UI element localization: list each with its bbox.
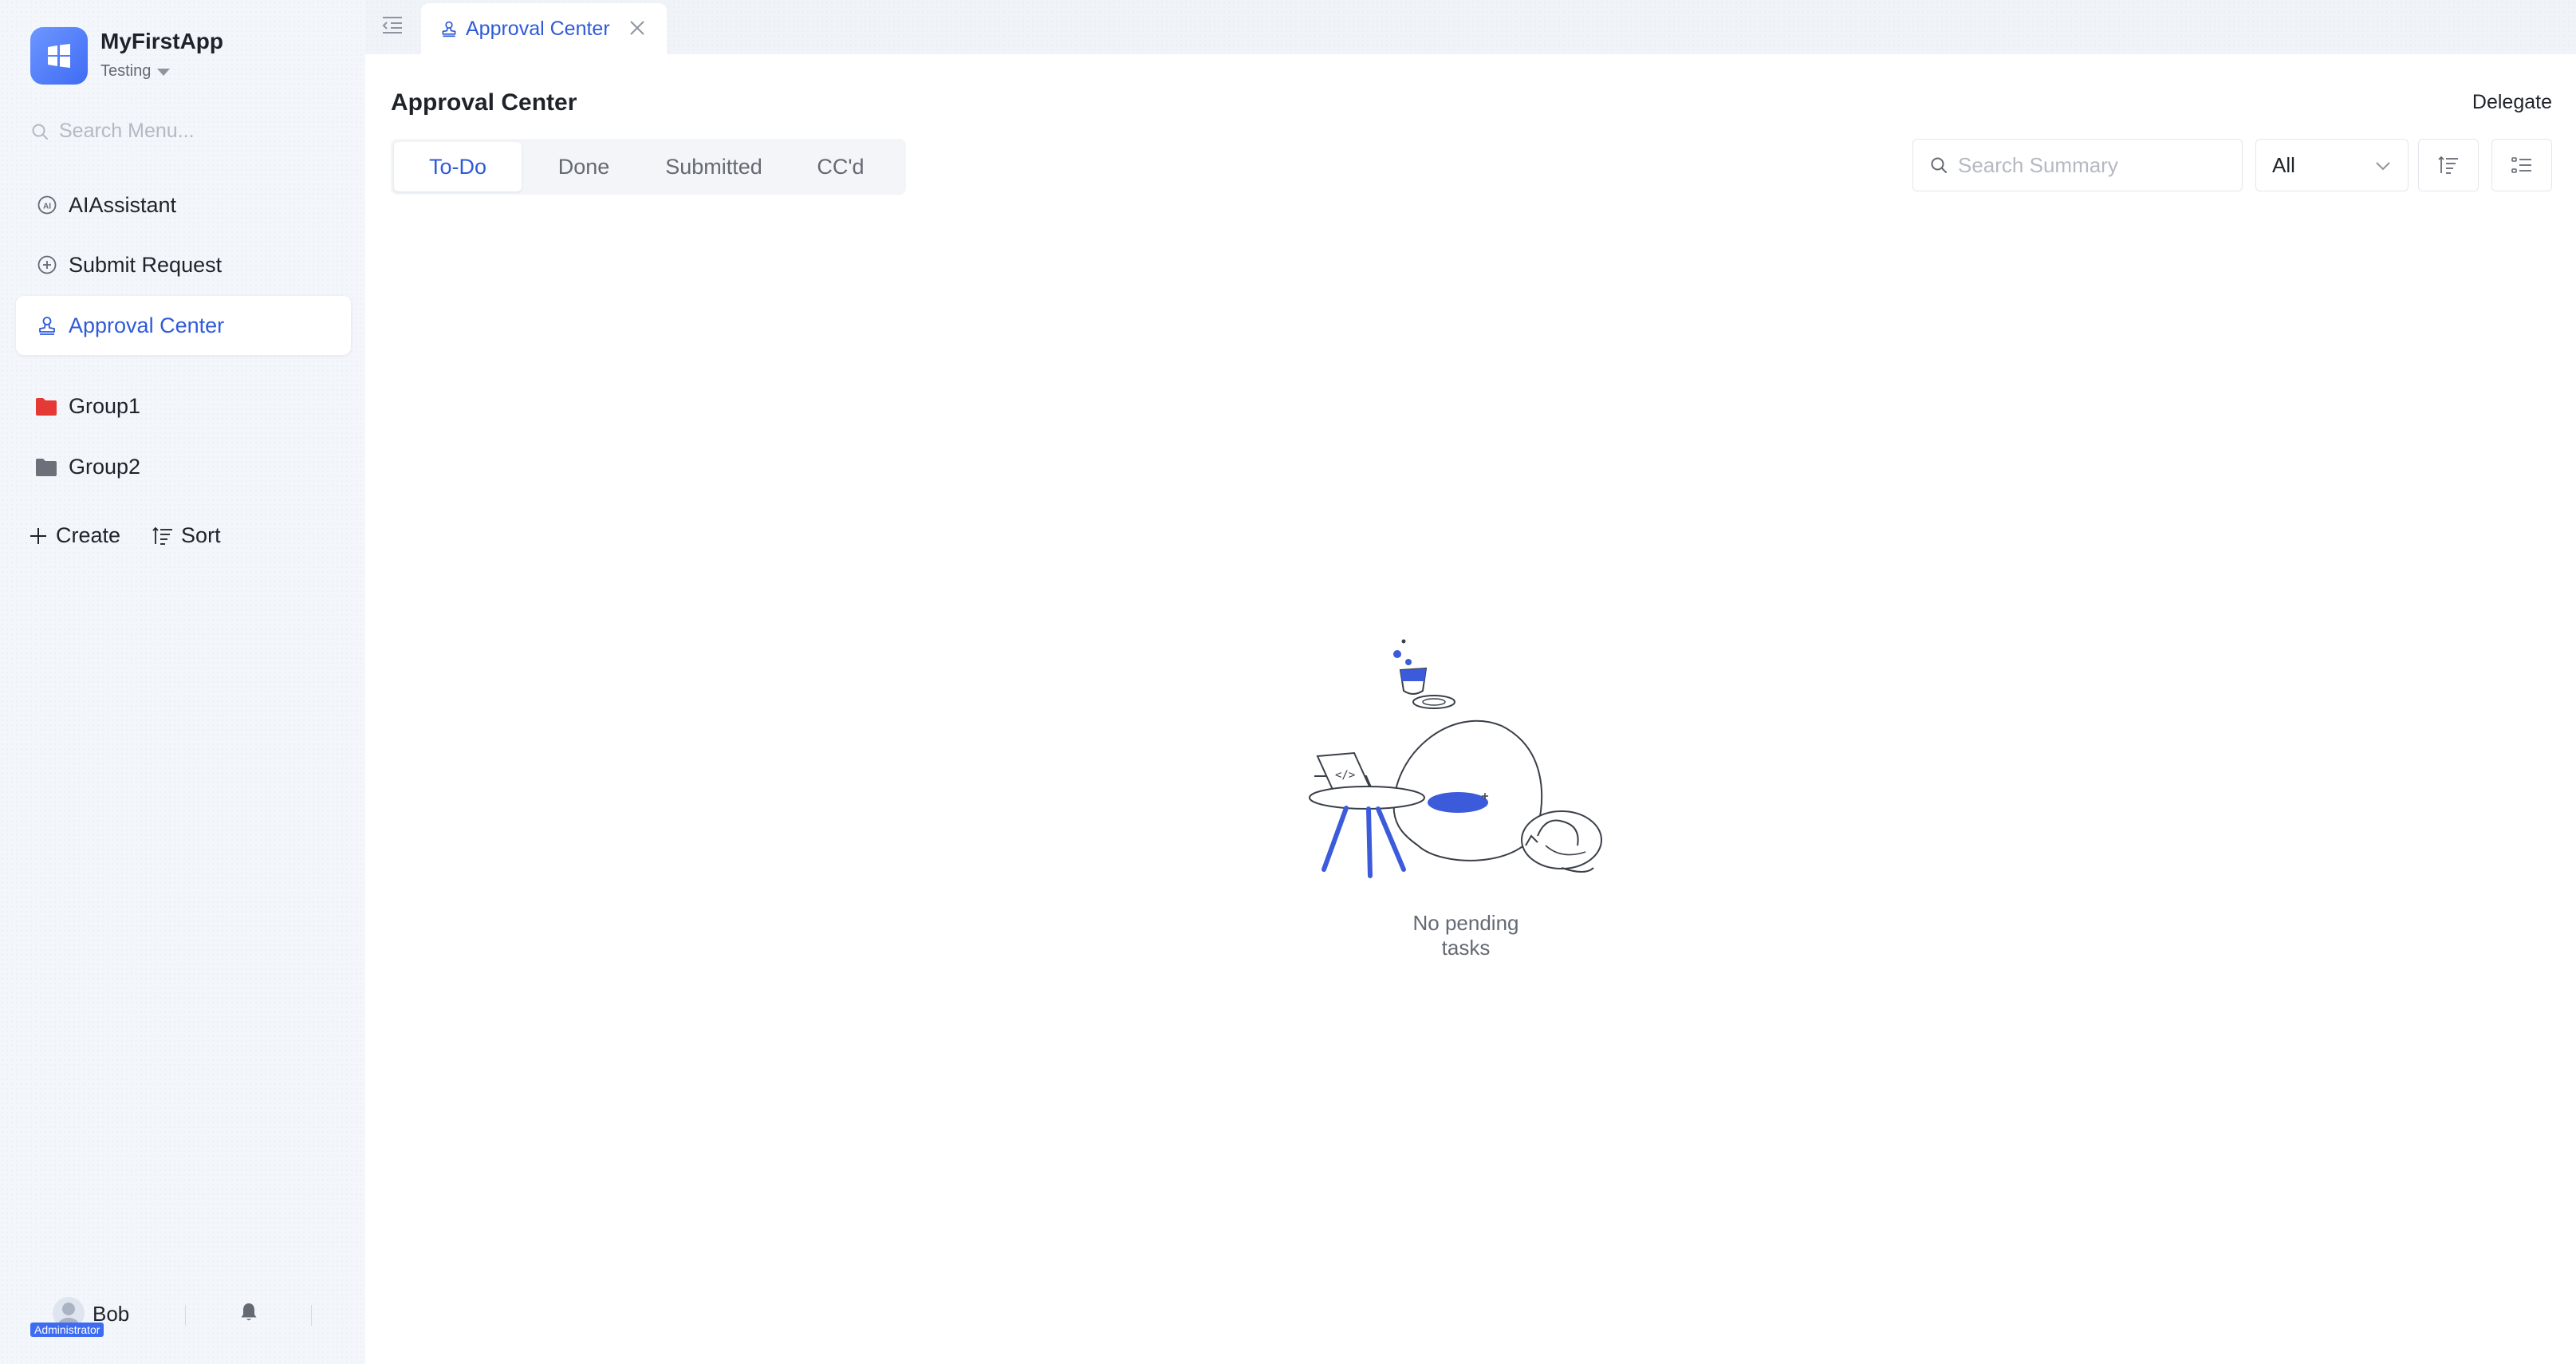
environment-label: Testing xyxy=(100,62,152,80)
sidebar-group-label: Group2 xyxy=(69,455,141,479)
sidebar-item-submit-request[interactable]: Submit Request xyxy=(16,235,351,294)
stamp-icon xyxy=(442,21,456,37)
page-title: Approval Center xyxy=(391,89,577,116)
sort-icon xyxy=(152,526,173,545)
stamp-icon xyxy=(39,317,55,335)
windows-grid-icon xyxy=(48,44,70,68)
folder-icon xyxy=(36,397,57,416)
sidebar-actions: Create Sort xyxy=(29,523,221,548)
filter-select-value: All xyxy=(2272,152,2295,177)
environment-switcher[interactable]: Testing xyxy=(100,62,171,81)
caret-down-icon xyxy=(157,69,171,76)
sidebar: MyFirstApp Testing AI AIAssistant Submit… xyxy=(0,0,365,1364)
sort-button[interactable] xyxy=(2418,139,2479,191)
search-icon xyxy=(32,124,48,140)
sidebar-item-label: Approval Center xyxy=(69,313,225,337)
svg-text:</>: </> xyxy=(1335,769,1355,782)
menu-search[interactable] xyxy=(30,120,298,143)
filter-select[interactable]: All xyxy=(2255,139,2409,191)
sidebar-group-group1[interactable]: Group1 xyxy=(35,394,140,419)
create-button[interactable]: Create xyxy=(29,523,120,548)
sort-icon xyxy=(2438,156,2458,174)
app-logo[interactable] xyxy=(30,27,88,85)
chevron-down-icon xyxy=(2376,162,2390,171)
sidebar-group-label: Group1 xyxy=(69,394,141,418)
sidebar-group-group2[interactable]: Group2 xyxy=(35,455,140,479)
divider xyxy=(185,1305,186,1326)
plus-circle-icon xyxy=(37,255,57,274)
folder-icon xyxy=(36,458,57,476)
sidebar-item-label: AIAssistant xyxy=(69,192,177,217)
user-role-badge: Administrator xyxy=(30,1323,104,1337)
ai-icon: AI xyxy=(37,195,57,215)
bell-icon[interactable] xyxy=(239,1302,258,1323)
sidebar-item-label: Submit Request xyxy=(69,252,223,277)
empty-state-text: No pending tasks xyxy=(1412,911,1519,960)
summary-search-input[interactable] xyxy=(1958,152,2229,178)
main-content: Approval Center Delegate To-Do Done Subm… xyxy=(365,54,2576,1364)
sidebar-item-approval-center[interactable]: Approval Center xyxy=(16,296,351,355)
close-icon[interactable] xyxy=(628,19,646,37)
divider xyxy=(311,1305,312,1326)
user-bar: Bob Administrator xyxy=(29,1295,340,1343)
collapse-sidebar-icon[interactable] xyxy=(381,14,404,35)
tab-ccd[interactable]: CC'd xyxy=(782,142,900,191)
create-label: Create xyxy=(56,523,121,547)
sort-label: Sort xyxy=(181,523,221,547)
delegate-button[interactable]: Delegate xyxy=(2472,91,2552,114)
menu-search-input[interactable] xyxy=(59,120,298,143)
tab-to-do[interactable]: To-Do xyxy=(394,142,522,191)
sidebar-item-aiassistant[interactable]: AI AIAssistant xyxy=(16,175,351,235)
list-icon xyxy=(2511,157,2531,173)
search-icon xyxy=(1931,157,1947,173)
app-name: MyFirstApp xyxy=(100,29,223,53)
plus-icon xyxy=(30,527,46,544)
tab-strip: Approval Center xyxy=(365,0,2576,54)
tab-approval-center[interactable]: Approval Center xyxy=(421,3,667,54)
sort-button[interactable]: Sort xyxy=(152,523,221,548)
tab-label: Approval Center xyxy=(466,17,610,40)
svg-text:AI: AI xyxy=(43,203,51,211)
summary-search[interactable] xyxy=(1912,139,2243,191)
view-toggle-button[interactable] xyxy=(2491,139,2552,191)
tab-done[interactable]: Done xyxy=(522,142,646,191)
tab-submitted[interactable]: Submitted xyxy=(646,142,782,191)
status-tabs: To-Do Done Submitted CC'd xyxy=(391,139,906,195)
empty-state-illustration: </> xyxy=(1309,639,1602,878)
